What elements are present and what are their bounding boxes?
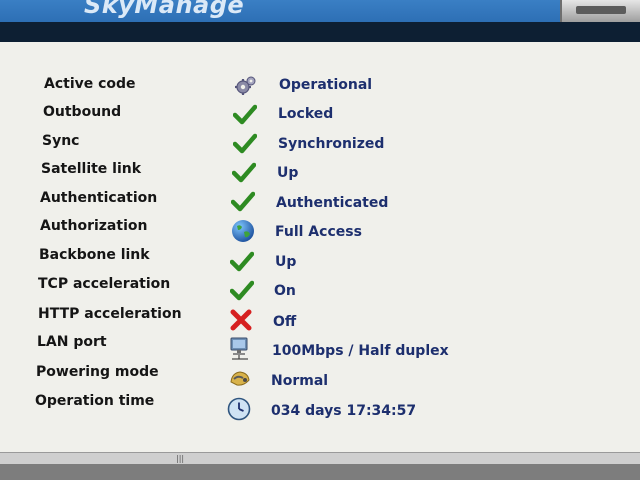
status-row-http-acceleration: HTTP acceleration Off <box>0 306 640 334</box>
status-row-authentication: Authentication Authenticated <box>0 190 640 218</box>
status-row-tcp-acceleration: TCP acceleration On <box>0 276 640 304</box>
check-icon <box>230 251 254 272</box>
status-label: Outbound <box>43 104 122 120</box>
status-label: Authentication <box>40 190 158 206</box>
status-label: Powering mode <box>36 364 159 380</box>
globe-icon <box>232 220 254 242</box>
check-icon <box>232 162 256 183</box>
status-value: Up <box>275 254 297 270</box>
status-row-sync: Sync Synchronized <box>0 133 640 161</box>
status-value: 034 days 17:34:57 <box>271 403 417 419</box>
status-label: Sync <box>42 133 80 149</box>
status-label: Backbone link <box>39 247 150 263</box>
monitor-bezel <box>0 464 640 480</box>
status-label: Authorization <box>40 218 148 234</box>
status-label: TCP acceleration <box>38 276 171 292</box>
status-row-backbone-link: Backbone link Up <box>0 247 640 275</box>
status-value: On <box>274 283 296 299</box>
nav-bar <box>0 22 640 42</box>
banner-title: SkyManage <box>84 0 245 19</box>
status-row-active-code: Active code Operational <box>0 76 640 104</box>
modem-device-image <box>560 0 640 22</box>
status-row-authorization: Authorization Full Access <box>0 218 640 246</box>
check-icon <box>233 133 257 154</box>
status-value: Authenticated <box>276 195 389 211</box>
power-plug-icon <box>230 371 250 386</box>
check-icon <box>230 280 254 301</box>
status-row-powering-mode: Powering mode Normal <box>0 364 640 392</box>
clock-icon <box>227 397 251 421</box>
check-icon <box>233 104 257 125</box>
skymanage-status-page: SkyManage Active code Operational Outbou… <box>0 0 640 480</box>
status-label: Satellite link <box>41 161 142 177</box>
cross-icon <box>230 309 252 331</box>
status-value: Locked <box>278 106 334 122</box>
status-row-operation-time: Operation time 034 days 17:34:57 <box>0 393 640 421</box>
status-value: 100Mbps / Half duplex <box>272 343 449 359</box>
status-label: Active code <box>44 76 136 92</box>
check-icon <box>231 191 255 212</box>
status-row-outbound: Outbound Locked <box>0 104 640 132</box>
status-value: Off <box>273 314 297 330</box>
status-value: Up <box>277 165 299 181</box>
status-value: Full Access <box>275 224 362 240</box>
status-panel: Active code Operational Outbound Locked <box>0 42 640 462</box>
computer-network-icon <box>230 337 248 360</box>
status-row-satellite-link: Satellite link Up <box>0 161 640 189</box>
status-value: Operational <box>279 77 373 93</box>
status-label: HTTP acceleration <box>38 306 182 322</box>
gears-icon <box>235 76 256 95</box>
status-label: LAN port <box>37 334 107 350</box>
status-value: Normal <box>271 373 329 389</box>
status-label: Operation time <box>35 393 155 409</box>
status-value: Synchronized <box>278 136 385 152</box>
scrollbar-grip-icon[interactable]: ||| <box>176 454 184 463</box>
status-row-lan-port: LAN port 100Mbps / Half duplex <box>0 334 640 362</box>
top-banner: SkyManage <box>0 0 640 22</box>
